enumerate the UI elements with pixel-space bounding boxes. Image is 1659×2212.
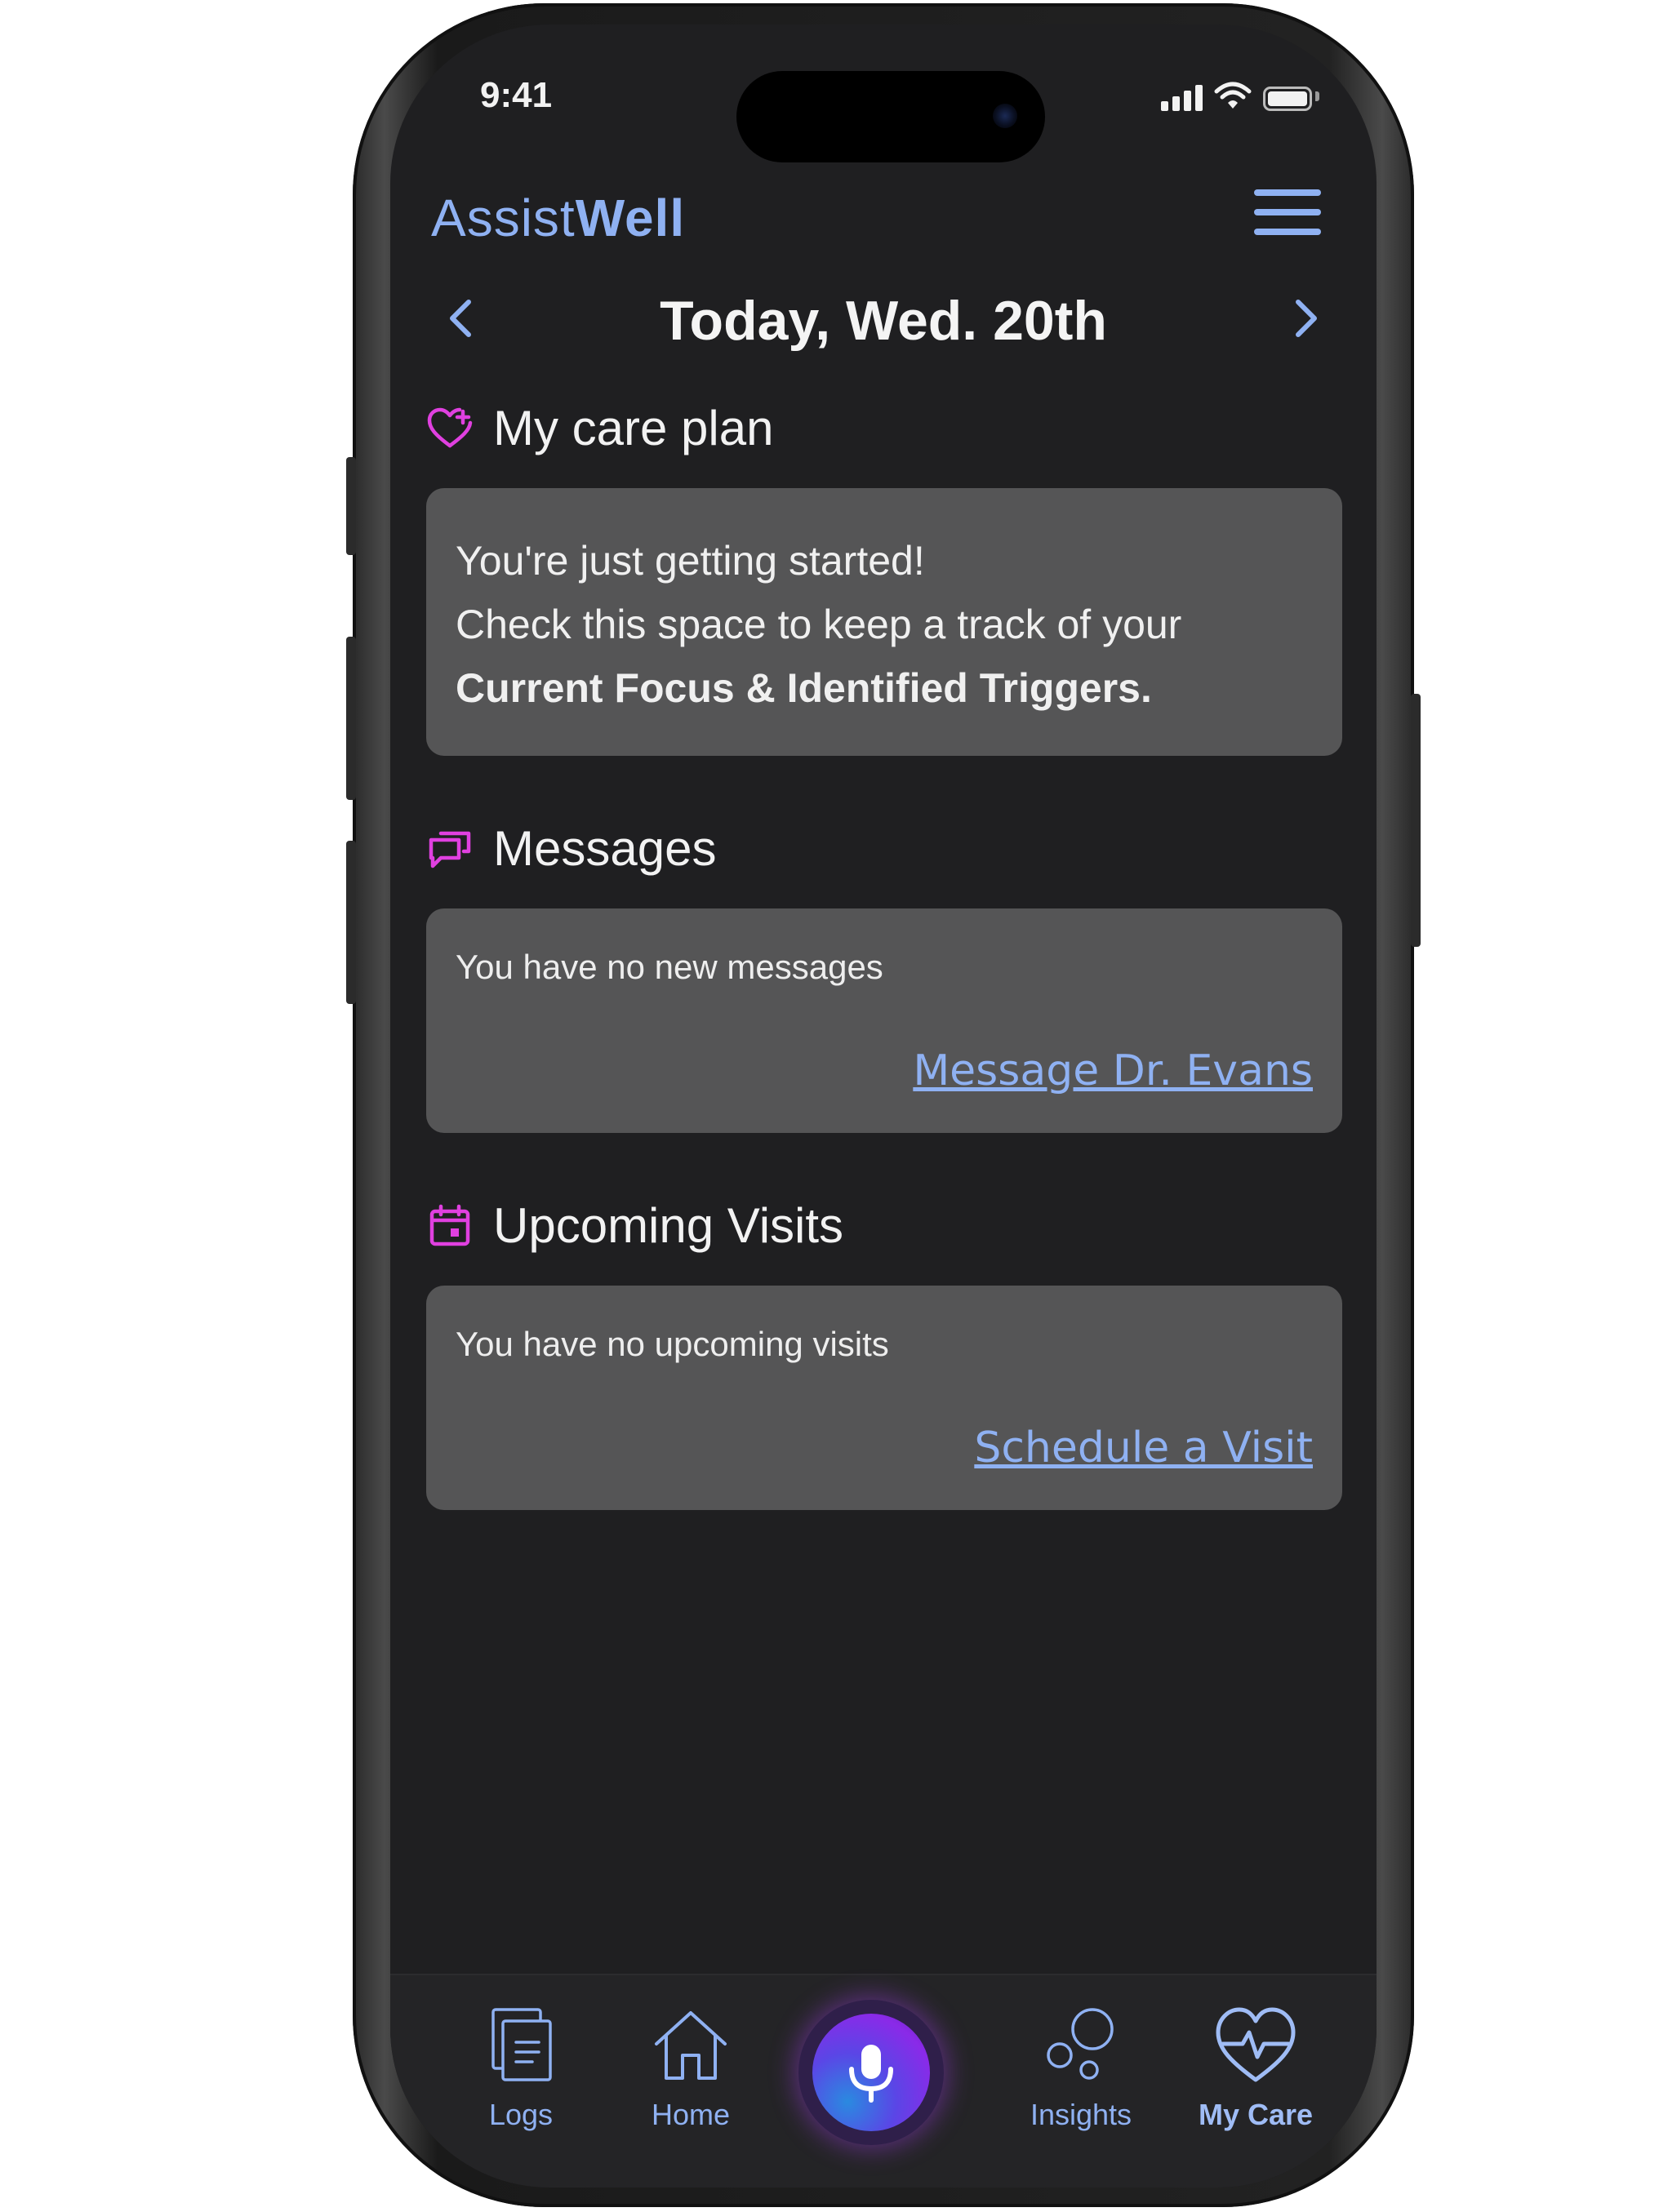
app-logo: AssistWell [431,188,685,248]
visits-header: Upcoming Visits [426,1197,843,1254]
power-button [1411,694,1421,947]
voice-assistant-button[interactable] [798,2000,944,2145]
care-plan-header: My care plan [426,400,773,456]
home-icon [655,2011,727,2080]
dynamic-island [736,71,1045,162]
message-doctor-link[interactable]: Message Dr. Evans [913,1046,1313,1095]
tab-my-care[interactable]: My Care [1182,2005,1329,2132]
battery-tip [1315,91,1319,101]
brand-bold: Well [575,189,686,247]
bubbles-icon [1047,2008,1114,2080]
heart-pulse-icon [1216,2007,1296,2082]
app-screen: 9:41 AssistWell Today, Wed. 20th My care… [390,24,1377,2188]
documents-icon [491,2008,552,2081]
cellular-signal-icon [1161,83,1203,111]
status-time: 9:41 [480,75,553,115]
status-icons [1161,82,1319,111]
messages-header: Messages [426,820,716,877]
care-plan-line-3: Current Focus & Identified Triggers. [456,665,1152,711]
visits-card: You have no upcoming visits Schedule a V… [426,1286,1342,1510]
care-plan-card: You're just getting started! Check this … [426,488,1342,756]
messages-info: You have no new messages [456,948,883,986]
care-plan-heading: My care plan [493,401,774,455]
tab-my-care-label: My Care [1198,2098,1314,2131]
volume-down-button [346,841,356,1004]
battery-icon [1263,87,1312,111]
visits-info: You have no upcoming visits [456,1325,889,1363]
tab-insights[interactable]: Insights [1007,2005,1154,2132]
brand-light: Assist [431,189,576,247]
schedule-visit-link[interactable]: Schedule a Visit [974,1424,1313,1472]
action-button [346,457,356,555]
hamburger-menu-icon[interactable] [1254,189,1321,235]
heart-plus-icon [427,407,473,447]
messages-card: You have no new messages Message Dr. Eva… [426,908,1342,1133]
tab-home[interactable]: Home [617,2005,764,2132]
tab-logs-label: Logs [488,2098,554,2131]
date-navigation: Today, Wed. 20th [390,282,1377,356]
care-plan-line-2: Check this space to keep a track of your [456,602,1182,647]
date-title: Today, Wed. 20th [660,290,1107,352]
tab-logs[interactable]: Logs [447,2005,594,2132]
wifi-icon [1214,82,1252,109]
chat-bubbles-icon [429,831,471,868]
stage: 9:41 AssistWell Today, Wed. 20th My care… [0,0,1659,2212]
care-plan-line-1: You're just getting started! [456,538,925,584]
visits-heading: Upcoming Visits [493,1198,844,1253]
tab-home-label: Home [651,2098,731,2131]
tab-insights-label: Insights [1030,2098,1132,2131]
calendar-icon [429,1204,470,1246]
microphone-icon [849,2045,893,2103]
front-camera-icon [993,104,1017,128]
chevron-right-icon[interactable] [1280,294,1329,343]
voice-button-inner [812,2014,930,2131]
tab-bar: Logs Home Insights My Care [390,1974,1377,2188]
volume-up-button [346,637,356,800]
messages-heading: Messages [493,821,717,876]
